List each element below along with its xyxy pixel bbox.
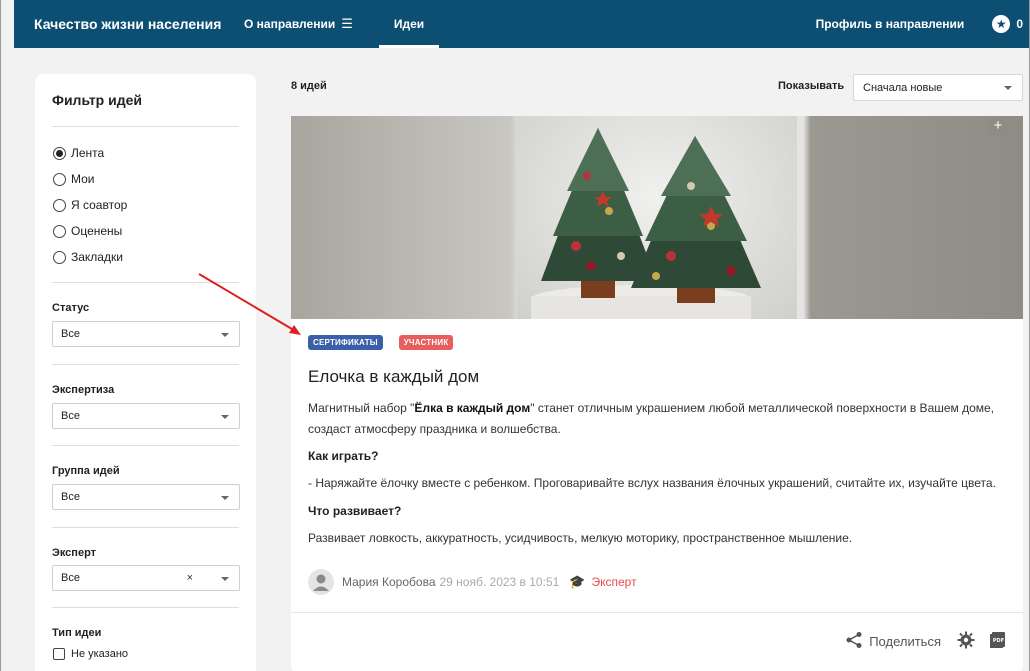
share-button[interactable]: Поделиться <box>869 634 941 649</box>
radio-rated[interactable]: Оценены <box>53 224 122 238</box>
expertise-value: Все <box>61 410 80 422</box>
radio-button[interactable] <box>53 250 66 264</box>
chevron-down-icon <box>1004 86 1012 90</box>
expertise-label: Экспертиза <box>52 384 115 396</box>
idea-card: + СЕРТИФИКАТЫ УЧАСТНИК Елочка в каждый д… <box>291 116 1023 671</box>
radio-feed[interactable]: Лента <box>53 146 104 160</box>
chevron-down-icon <box>221 333 229 337</box>
answer-how-to-play: - Наряжайте ёлочку вместе с ребенком. Пр… <box>308 476 996 490</box>
card-actions: Поделиться PDF <box>845 631 1007 652</box>
checkbox-label: Не указано <box>71 648 129 660</box>
author-name[interactable]: Мария Коробова <box>342 575 436 589</box>
sort-label: Показывать <box>778 80 845 92</box>
radio-label: Закладки <box>71 250 123 264</box>
question-what-develops: Что развивает? <box>308 504 402 518</box>
status-select[interactable]: Все <box>52 321 240 347</box>
intro-bold: Ёлка в каждый дом <box>414 401 531 415</box>
expert-select[interactable]: Все × <box>52 565 240 591</box>
tag-certificates[interactable]: СЕРТИФИКАТЫ <box>308 335 383 350</box>
chevron-down-icon <box>221 496 229 500</box>
stars-badge[interactable]: ★ 0 <box>992 15 1023 33</box>
idea-group-label: Группа идей <box>52 465 120 477</box>
intro-prefix: Магнитный набор " <box>308 401 415 415</box>
filter-title: Фильтр идей <box>52 92 143 108</box>
idea-description: Магнитный набор "Ёлка в каждый дом" стан… <box>308 398 1008 440</box>
radio-button[interactable] <box>53 172 66 186</box>
expert-cap-icon: 🎓 <box>569 574 586 589</box>
clear-icon[interactable]: × <box>187 572 193 584</box>
chevron-down-icon <box>221 577 229 581</box>
status-value: Все <box>61 328 80 340</box>
divider <box>52 126 239 127</box>
nav-about-label: О направлении <box>244 17 336 31</box>
divider <box>52 445 239 446</box>
share-icon[interactable] <box>845 631 863 652</box>
author-row: Мария Коробова 29 нояб. 2023 в 10:51 🎓 Э… <box>308 569 637 595</box>
idea-title[interactable]: Елочка в каждый дом <box>308 367 479 387</box>
sort-select[interactable]: Сначала новые <box>853 74 1023 101</box>
page-frame: Качество жизни населения О направлении ☰… <box>0 0 1030 671</box>
star-count: 0 <box>1016 17 1023 31</box>
nav-ideas[interactable]: Идеи <box>379 0 439 48</box>
idea-image[interactable]: + <box>291 116 1023 319</box>
profile-link[interactable]: Профиль в направлении <box>816 17 965 31</box>
radio-label: Я соавтор <box>71 198 128 212</box>
radio-label: Мои <box>71 172 95 186</box>
sort-value: Сначала новые <box>863 81 943 94</box>
pdf-icon[interactable]: PDF <box>989 631 1007 652</box>
checkbox[interactable] <box>53 648 65 660</box>
intro-line-2: создаст атмосферу праздника и волшебства… <box>308 422 561 436</box>
tag-list: СЕРТИФИКАТЫ УЧАСТНИК <box>308 335 454 350</box>
expert-value: Все <box>61 572 80 584</box>
post-date: 29 нояб. 2023 в 10:51 <box>439 575 560 589</box>
ideas-count: 8 идей <box>291 80 327 92</box>
divider <box>52 282 239 283</box>
divider <box>52 607 239 608</box>
avatar-icon[interactable] <box>308 569 334 595</box>
intro-suffix: " станет отличным украшением любой метал… <box>530 401 995 415</box>
radio-bookmarks[interactable]: Закладки <box>53 250 123 264</box>
star-icon: ★ <box>992 15 1011 33</box>
chevron-down-icon <box>221 415 229 419</box>
expert-label: Эксперт <box>52 547 97 559</box>
tag-participant[interactable]: УЧАСТНИК <box>398 335 454 350</box>
gear-icon[interactable] <box>957 631 975 652</box>
expert-badge: Эксперт <box>591 575 637 589</box>
list-icon: ☰ <box>341 16 353 31</box>
top-navigation-bar: Качество жизни населения О направлении ☰… <box>14 0 1029 48</box>
divider <box>52 364 239 365</box>
radio-button[interactable] <box>53 224 66 238</box>
divider <box>291 612 1023 613</box>
radio-button[interactable] <box>53 198 66 212</box>
status-label: Статус <box>52 302 90 314</box>
radio-coauthor[interactable]: Я соавтор <box>53 198 127 212</box>
idea-group-value: Все <box>61 491 80 503</box>
christmas-trees-illustration <box>531 128 761 319</box>
radio-mine[interactable]: Мои <box>53 172 95 186</box>
divider <box>52 527 239 528</box>
radio-button[interactable] <box>53 146 66 160</box>
radio-label: Оценены <box>71 224 123 238</box>
filter-sidebar: Фильтр идей Лента Мои Я соавтор Оценены … <box>35 74 256 671</box>
expertise-select[interactable]: Все <box>52 403 240 429</box>
nav-about[interactable]: О направлении ☰ <box>244 0 379 48</box>
svg-text:PDF: PDF <box>993 638 1004 644</box>
radio-label: Лента <box>71 146 105 160</box>
idea-group-select[interactable]: Все <box>52 484 240 510</box>
brand-title[interactable]: Качество жизни населения <box>34 16 244 32</box>
nav-ideas-label: Идеи <box>393 17 425 31</box>
idea-type-not-specified[interactable]: Не указано <box>53 648 128 660</box>
bookmark-icon[interactable]: + <box>989 118 1007 136</box>
idea-type-label: Тип идеи <box>52 627 102 639</box>
question-how-to-play: Как играть? <box>308 449 379 463</box>
answer-what-develops: Развивает ловкость, аккуратность, усидчи… <box>308 531 853 545</box>
